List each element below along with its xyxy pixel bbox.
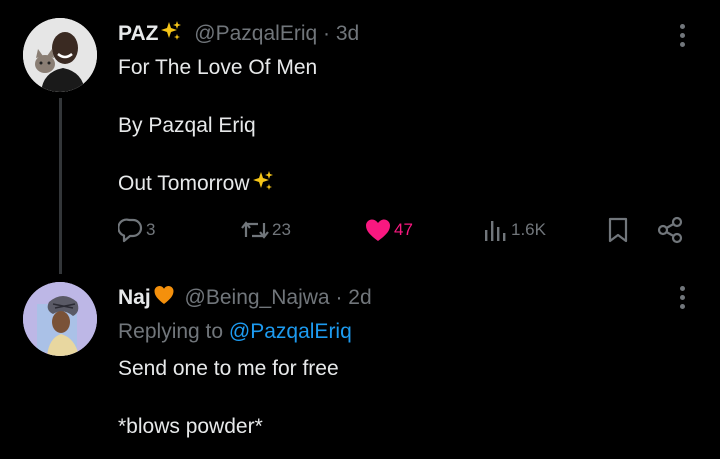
sparkles-icon <box>252 170 274 200</box>
reply-text-line-1: Send one to me for free <box>118 357 339 380</box>
orange-heart-icon <box>153 284 175 314</box>
post-text-line-2: By Pazqal Eriq <box>118 114 256 137</box>
replying-to-line: Replying to @PazqalEriq <box>118 318 352 346</box>
replying-to-label: Replying to <box>118 320 224 343</box>
views-icon <box>485 221 506 241</box>
reply-post[interactable]: Naj @Being_Najwa · 2d Replying to @Pazqa… <box>0 274 720 459</box>
post-text-line-3-text: Out Tomorrow <box>118 172 250 195</box>
reply-count: 3 <box>146 220 156 239</box>
share-icon <box>657 216 683 244</box>
views-count: 1.6K <box>511 220 546 239</box>
avatar-photo-image <box>23 18 97 92</box>
post-text-line-1: For The Love Of Men <box>118 56 318 79</box>
separator-dot: · <box>323 22 331 45</box>
author-handle[interactable]: @PazqalEriq <box>194 22 317 45</box>
views-button[interactable]: 1.6K <box>483 215 546 245</box>
sparkles-icon <box>160 20 182 50</box>
replying-to-mention-link[interactable]: @PazqalEriq <box>229 320 352 343</box>
more-icon <box>679 24 685 29</box>
author-avatar-naj[interactable] <box>23 282 97 356</box>
more-icon <box>679 286 685 291</box>
heart-icon <box>366 219 390 241</box>
reply-author-name[interactable]: Naj <box>118 286 151 309</box>
bookmark-icon <box>608 217 628 243</box>
share-button[interactable] <box>656 215 684 245</box>
post-text-line-3: Out Tomorrow <box>118 170 274 200</box>
repost-count: 23 <box>272 220 291 239</box>
separator-dot: · <box>335 286 343 309</box>
author-name[interactable]: PAZ <box>118 22 158 45</box>
reply-text-line-2: *blows powder* <box>118 415 263 438</box>
repost-button[interactable]: 23 <box>240 215 291 245</box>
post-timestamp[interactable]: 3d <box>336 22 359 45</box>
reply-timestamp[interactable]: 2d <box>348 286 371 309</box>
reply-button[interactable]: 3 <box>118 215 155 245</box>
like-count: 47 <box>394 220 413 239</box>
post-header: PAZ @PazqalEriq · 3d <box>118 20 359 50</box>
main-post[interactable]: PAZ @PazqalEriq · 3d For The Love Of Men… <box>0 0 720 274</box>
bookmark-button[interactable] <box>606 215 630 245</box>
avatar-illustration-image <box>23 282 97 356</box>
thread-connector-line <box>59 98 62 274</box>
more-options-button[interactable] <box>676 286 688 314</box>
repost-icon <box>241 221 269 239</box>
like-button[interactable]: 47 <box>364 215 413 245</box>
author-avatar-paz[interactable] <box>23 18 97 92</box>
reply-icon <box>118 218 143 243</box>
reply-header: Naj @Being_Najwa · 2d <box>118 284 372 314</box>
reply-author-handle[interactable]: @Being_Najwa <box>185 286 330 309</box>
more-options-button[interactable] <box>676 24 688 52</box>
